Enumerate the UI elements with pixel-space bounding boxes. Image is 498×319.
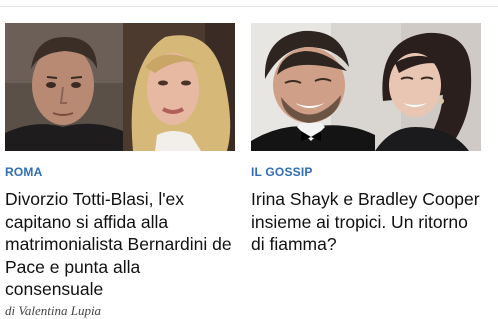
article-category[interactable]: IL GOSSIP: [251, 165, 313, 179]
article-category[interactable]: ROMA: [5, 165, 42, 179]
article-card-totti[interactable]: ROMA Divorzio Totti-Blasi, l'ex capitano…: [5, 23, 235, 319]
top-divider: [0, 6, 498, 7]
article-image-totti[interactable]: [5, 23, 235, 151]
article-title[interactable]: Irina Shayk e Bradley Cooper insieme ai …: [251, 188, 481, 256]
article-card-shayk-cooper[interactable]: IL GOSSIP Irina Shayk e Bradley Cooper i…: [251, 23, 481, 256]
article-author: di Valentina Lupia: [5, 302, 102, 318]
article-image-shayk-cooper[interactable]: [251, 23, 481, 151]
article-title[interactable]: Divorzio Totti-Blasi, l'ex capitano si a…: [5, 188, 235, 301]
photo-shayk-cooper: [251, 23, 481, 151]
photo-totti-blasi: [5, 23, 235, 151]
